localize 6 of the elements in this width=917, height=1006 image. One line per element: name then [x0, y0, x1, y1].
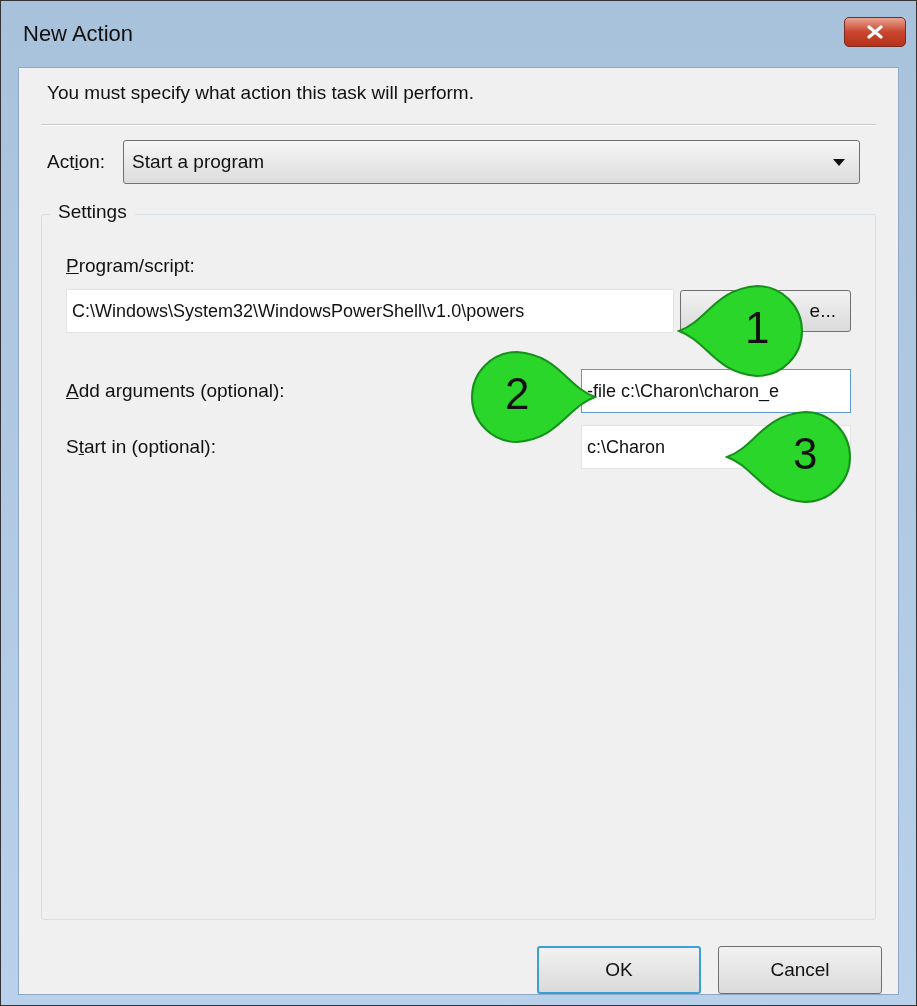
- window-title: New Action: [23, 21, 134, 47]
- instruction-text: You must specify what action this task will perform.: [47, 82, 475, 104]
- action-label: Action:: [47, 151, 106, 173]
- field-label: Add arguments (optional):: [66, 380, 285, 402]
- field-label: Program/script:: [66, 255, 196, 277]
- field-label: Start in (optional):: [66, 436, 216, 458]
